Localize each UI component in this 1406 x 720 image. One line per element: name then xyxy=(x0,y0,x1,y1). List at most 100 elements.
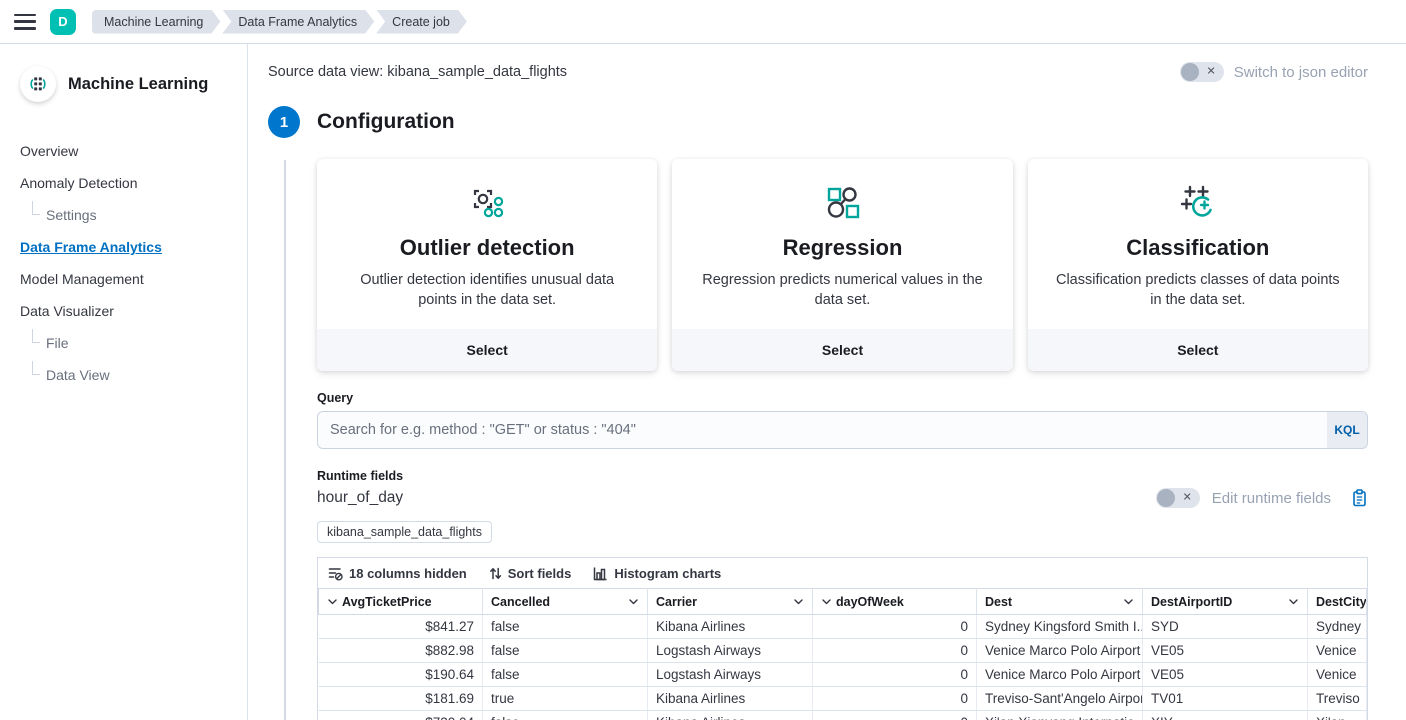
column-header-Dest[interactable]: Dest xyxy=(977,589,1143,615)
chevron-down-icon xyxy=(821,596,832,607)
table-cell[interactable]: VE05 xyxy=(1143,639,1308,663)
edit-runtime-fields-toggle[interactable]: ✕ xyxy=(1156,488,1200,508)
sidebar-item-anomaly-detection[interactable]: Anomaly Detection xyxy=(20,174,231,192)
table-cell[interactable]: Xi'an xyxy=(1308,711,1367,720)
deployment-badge[interactable]: D xyxy=(50,9,76,35)
sidebar-item-data-visualizer[interactable]: Data Visualizer xyxy=(20,302,231,320)
query-label: Query xyxy=(317,391,1368,405)
table-cell[interactable]: Sydney xyxy=(1308,615,1367,639)
table-cell[interactable]: Kibana Airlines xyxy=(648,687,813,711)
table-cell[interactable]: 0 xyxy=(813,615,977,639)
table-cell[interactable]: Sydney Kingsford Smith I... xyxy=(977,615,1143,639)
machine-learning-logo-icon xyxy=(20,66,56,102)
table-cell[interactable]: Logstash Airways xyxy=(648,639,813,663)
select-classification-button[interactable]: Select xyxy=(1028,329,1368,371)
columns-icon xyxy=(328,566,343,581)
runtime-fields-label: Runtime fields xyxy=(317,469,1368,483)
sidebar-item-model-management[interactable]: Model Management xyxy=(20,270,231,288)
table-cell[interactable]: Venice Marco Polo Airport xyxy=(977,639,1143,663)
chevron-down-icon xyxy=(628,596,639,607)
sidebar-item-data-frame-analytics[interactable]: Data Frame Analytics xyxy=(20,238,231,256)
table-cell[interactable]: $882.98 xyxy=(319,639,483,663)
step-number-badge: 1 xyxy=(268,106,300,138)
table-cell[interactable]: Kibana Airlines xyxy=(648,711,813,720)
sort-fields-button[interactable]: Sort fields xyxy=(489,566,572,581)
step-title: Configuration xyxy=(317,110,455,134)
select-regression-button[interactable]: Select xyxy=(672,329,1012,371)
table-cell[interactable]: 0 xyxy=(813,663,977,687)
column-header-AvgTicketPrice[interactable]: AvgTicketPrice xyxy=(319,589,483,615)
column-header-DestAirportID[interactable]: DestAirportID xyxy=(1143,589,1308,615)
table-cell[interactable]: false xyxy=(483,711,648,720)
table-cell[interactable]: Venice Marco Polo Airport xyxy=(977,663,1143,687)
flights-data-table: AvgTicketPriceCancelledCarrierdayOfWeekD… xyxy=(318,588,1367,720)
index-name-badge[interactable]: kibana_sample_data_flights xyxy=(317,521,492,543)
table-cell[interactable]: SYD xyxy=(1143,615,1308,639)
table-cell[interactable]: Kibana Airlines xyxy=(648,615,813,639)
table-cell[interactable]: $181.69 xyxy=(319,687,483,711)
sidebar-nav: Overview Anomaly Detection Settings Data… xyxy=(20,142,231,384)
table-cell[interactable]: TV01 xyxy=(1143,687,1308,711)
table-cell[interactable]: Treviso-Sant'Angelo Airport xyxy=(977,687,1143,711)
card-regression[interactable]: Regression Regression predicts numerical… xyxy=(672,159,1012,371)
columns-hidden-button[interactable]: 18 columns hidden xyxy=(328,566,467,581)
column-header-Cancelled[interactable]: Cancelled xyxy=(483,589,648,615)
chevron-down-icon xyxy=(1288,596,1299,607)
sidebar-item-overview[interactable]: Overview xyxy=(20,142,231,160)
column-header-dayOfWeek[interactable]: dayOfWeek xyxy=(813,589,977,615)
table-cell[interactable]: false xyxy=(483,639,648,663)
sidebar-item-data-view[interactable]: Data View xyxy=(20,366,231,384)
card-title: Outlier detection xyxy=(400,235,575,261)
table-row: $181.69trueKibana Airlines0Treviso-Sant'… xyxy=(319,687,1367,711)
table-cell[interactable]: 0 xyxy=(813,687,977,711)
breadcrumb-machine-learning[interactable]: Machine Learning xyxy=(92,10,220,34)
table-cell[interactable]: $841.27 xyxy=(319,615,483,639)
table-cell[interactable]: Xi'an Xianyang Internatio... xyxy=(977,711,1143,720)
json-editor-toggle-group: ✕ Switch to json editor xyxy=(1180,62,1368,82)
card-outlier-detection[interactable]: Outlier detection Outlier detection iden… xyxy=(317,159,657,371)
json-editor-toggle[interactable]: ✕ xyxy=(1180,62,1224,82)
breadcrumb-data-frame-analytics[interactable]: Data Frame Analytics xyxy=(222,10,374,34)
sidebar-title: Machine Learning xyxy=(68,75,208,94)
table-row: $841.27falseKibana Airlines0Sydney Kings… xyxy=(319,615,1367,639)
copy-clipboard-icon[interactable] xyxy=(1351,489,1368,507)
chevron-down-icon xyxy=(1123,596,1134,607)
menu-icon[interactable] xyxy=(14,14,36,30)
table-cell[interactable]: Venice xyxy=(1308,639,1367,663)
edit-runtime-fields-label: Edit runtime fields xyxy=(1212,490,1331,507)
table-cell[interactable]: VE05 xyxy=(1143,663,1308,687)
kql-language-button[interactable]: KQL xyxy=(1327,412,1367,448)
table-cell[interactable]: Treviso xyxy=(1308,687,1367,711)
column-header-DestCityN[interactable]: DestCityN xyxy=(1308,589,1367,615)
card-classification[interactable]: Classification Classification predicts c… xyxy=(1028,159,1368,371)
regression-icon xyxy=(821,179,863,227)
table-cell[interactable]: XIY xyxy=(1143,711,1308,720)
card-title: Classification xyxy=(1126,235,1269,261)
data-grid: 18 columns hidden Sort fields xyxy=(317,557,1368,720)
sort-icon xyxy=(489,566,502,581)
sidebar-item-file[interactable]: File xyxy=(20,334,231,352)
table-cell[interactable]: 0 xyxy=(813,711,977,720)
table-cell[interactable]: 0 xyxy=(813,639,977,663)
table-row: $190.64falseLogstash Airways0Venice Marc… xyxy=(319,663,1367,687)
table-row: $730.04falseKibana Airlines0Xi'an Xianya… xyxy=(319,711,1367,720)
outlier-detection-icon xyxy=(466,179,508,227)
table-cell[interactable]: false xyxy=(483,663,648,687)
select-outlier-detection-button[interactable]: Select xyxy=(317,329,657,371)
table-cell[interactable]: $730.04 xyxy=(319,711,483,720)
column-header-Carrier[interactable]: Carrier xyxy=(648,589,813,615)
json-editor-toggle-label: Switch to json editor xyxy=(1234,64,1368,81)
table-cell[interactable]: false xyxy=(483,615,648,639)
table-cell[interactable]: Logstash Airways xyxy=(648,663,813,687)
step-connector-line xyxy=(284,160,286,720)
card-title: Regression xyxy=(783,235,903,261)
table-cell[interactable]: true xyxy=(483,687,648,711)
toggle-x-icon: ✕ xyxy=(1183,492,1192,503)
breadcrumb: Machine Learning Data Frame Analytics Cr… xyxy=(90,10,467,34)
query-search-input[interactable] xyxy=(318,412,1327,448)
table-cell[interactable]: Venice xyxy=(1308,663,1367,687)
sidebar: Machine Learning Overview Anomaly Detect… xyxy=(0,44,248,720)
sidebar-item-settings[interactable]: Settings xyxy=(20,206,231,224)
histogram-charts-button[interactable]: Histogram charts xyxy=(593,566,721,581)
table-cell[interactable]: $190.64 xyxy=(319,663,483,687)
